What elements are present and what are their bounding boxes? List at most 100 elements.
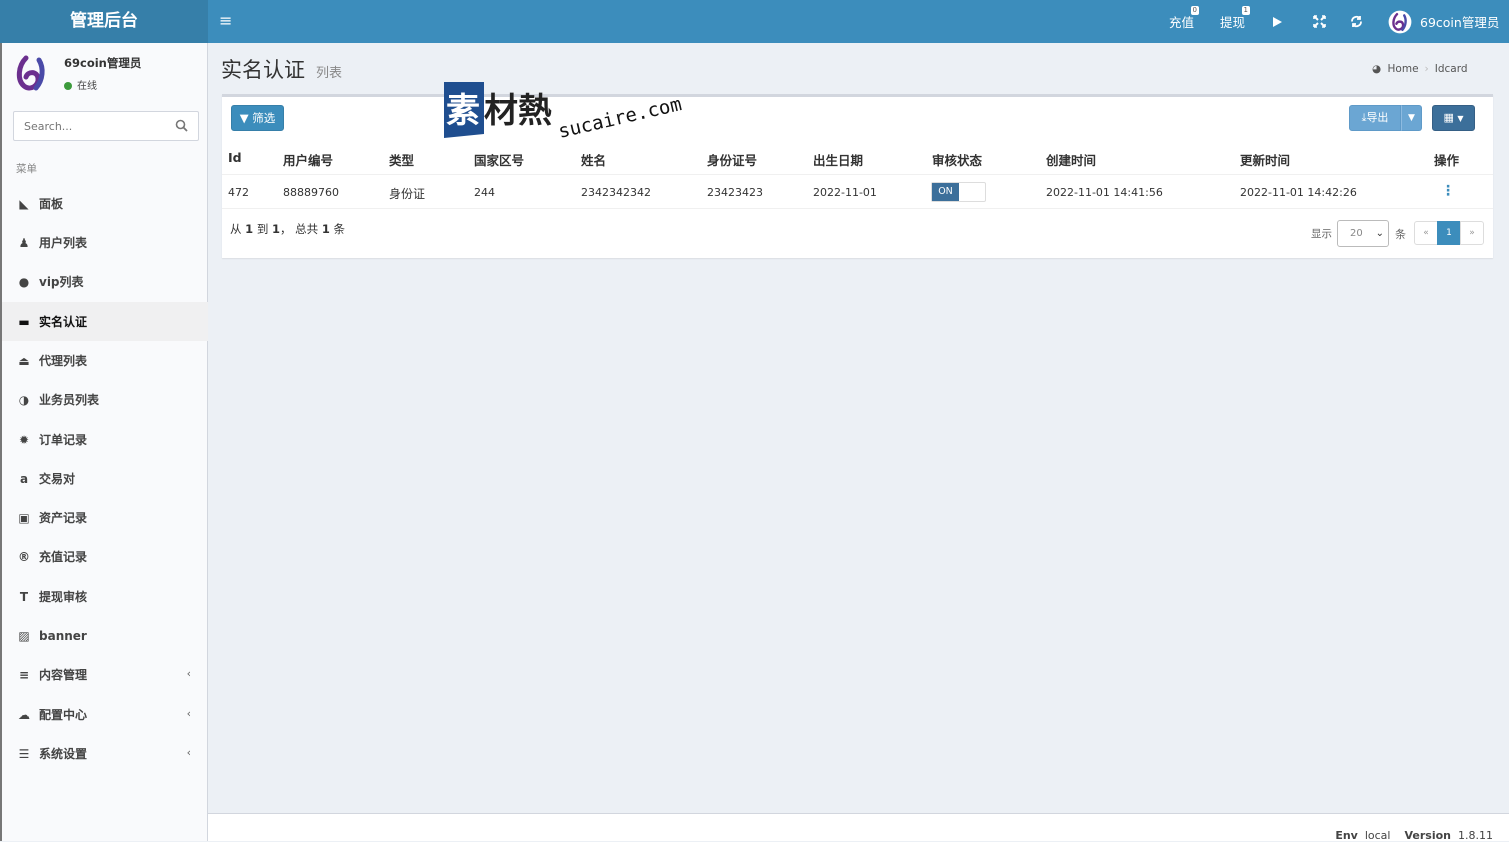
column-header-type: 类型 <box>389 153 415 168</box>
registered-icon: ® <box>18 549 30 564</box>
app-logo-title[interactable]: 管理后台 <box>0 0 208 43</box>
online-dot-icon <box>64 82 72 90</box>
grid-box: ▼ 筛选 ⤓导出 ▼ ▦ ▼ Id 用户编号 类型 国家区号 姓名 身份证号 出… <box>222 94 1493 258</box>
chevron-circle-down-icon: ● <box>18 274 30 289</box>
sidebar-item-recharge[interactable]: ® 充值记录 <box>2 537 208 576</box>
user-name: 69coin管理员 <box>64 56 142 70</box>
user-panel: 69coin管理员 在线 <box>12 53 202 97</box>
pagination-next[interactable]: » <box>1460 221 1484 245</box>
sidebar-item-idcard[interactable]: ▬ 实名认证 <box>2 302 208 341</box>
table-icon: ▦ <box>1443 111 1454 124</box>
sidebar-item-withdraw-review[interactable]: T 提现审核 <box>2 577 208 616</box>
sidebar-item-pairs[interactable]: a 交易对 <box>2 459 208 498</box>
per-page-unit: 条 <box>1395 228 1406 241</box>
search-input[interactable] <box>14 112 184 140</box>
chevron-left-icon: ‹ <box>186 707 191 720</box>
search-icon[interactable] <box>175 119 188 132</box>
server-icon: ☰ <box>18 746 30 761</box>
dashboard-icon: ◕ <box>1372 63 1382 75</box>
column-header-country-code: 国家区号 <box>474 153 525 168</box>
status-toggle-on-label: ON <box>932 183 959 201</box>
pagination-prev[interactable]: « <box>1414 221 1438 245</box>
sidebar-toggle-icon[interactable]: ≡ <box>219 11 235 31</box>
export-dropdown-toggle[interactable]: ▼ <box>1401 105 1422 131</box>
credit-card-icon: ▬ <box>18 314 30 329</box>
column-header-name: 姓名 <box>581 153 607 168</box>
caret-down-icon: ▼ <box>1457 114 1464 123</box>
column-header-birth: 出生日期 <box>813 153 864 168</box>
recharge-badge: 0 <box>1190 6 1200 15</box>
amazon-icon: a <box>19 471 29 486</box>
filter-button[interactable]: ▼ 筛选 <box>231 105 284 131</box>
cell-id: 472 <box>228 186 249 199</box>
play-icon[interactable] <box>1271 0 1283 43</box>
svg-text:材熱: 材熱 <box>484 91 552 131</box>
sidebar-item-banner[interactable]: ▨ banner <box>2 616 208 655</box>
sidebar-item-config[interactable]: ☁ 配置中心 ‹ <box>2 695 208 734</box>
sidebar-item-settings[interactable]: ☰ 系统设置 ‹ <box>2 734 208 773</box>
recharge-nav-item[interactable]: 充值 0 <box>1169 0 1200 43</box>
breadcrumb-current: Idcard <box>1434 63 1468 75</box>
cell-user-no: 88889760 <box>283 186 339 199</box>
sidebar-item-content[interactable]: ≡ 内容管理 ‹ <box>2 655 208 694</box>
withdraw-badge: 1 <box>1241 6 1251 15</box>
sidebar-search <box>13 111 199 141</box>
top-navbar: 管理后台 ≡ 充值 0 提现 1 69coin管理员 <box>0 0 1509 43</box>
row-divider <box>222 208 1493 209</box>
per-page-label: 显示 <box>1311 228 1332 240</box>
chevron-left-icon: ‹ <box>186 746 191 759</box>
gear-icon: ✹ <box>18 432 30 447</box>
image-icon: ▨ <box>18 628 30 643</box>
sidebar-item-salesmen[interactable]: ◑ 业务员列表 <box>2 380 208 419</box>
chevron-down-icon: ⌄ <box>1375 228 1384 239</box>
sidebar-item-orders[interactable]: ✹ 订单记录 <box>2 420 208 459</box>
column-header-created: 创建时间 <box>1046 153 1097 168</box>
chevron-left-icon: ‹ <box>186 667 191 680</box>
text-height-icon: T <box>19 589 29 604</box>
column-header-id-number: 身份证号 <box>707 153 758 168</box>
cell-id-number: 23423423 <box>707 186 763 199</box>
bars-icon: ≡ <box>18 667 30 682</box>
column-selector-button[interactable]: ▦ ▼ <box>1432 105 1475 131</box>
svg-text:sucaire.com: sucaire.com <box>556 93 684 142</box>
column-header-id[interactable]: Id <box>228 150 242 165</box>
cell-name: 2342342342 <box>581 186 651 199</box>
filter-icon: ▼ <box>239 111 249 125</box>
per-page-select[interactable]: 20 ⌄ <box>1337 220 1389 247</box>
column-header-updated: 更新时间 <box>1240 153 1291 168</box>
cell-created: 2022-11-01 14:41:56 <box>1046 186 1163 199</box>
withdraw-nav-item[interactable]: 提现 1 <box>1220 0 1251 43</box>
cell-birth: 2022-11-01 <box>813 186 877 199</box>
user-menu[interactable]: 69coin管理员 <box>1388 0 1499 43</box>
svg-text:素: 素 <box>446 91 480 131</box>
eject-circle-icon: ⏏ <box>18 353 30 368</box>
recharge-label: 充值 0 <box>1169 6 1200 30</box>
sidebar-item-vip[interactable]: ● vip列表 <box>2 262 208 301</box>
sidebar: 69coin管理员 在线 菜单 ◣面板 ♟用户列表 ●vip列表 ▬实名认证 ⏏… <box>0 43 208 841</box>
money-icon: ▣ <box>18 510 30 525</box>
withdraw-label: 提现 1 <box>1220 6 1251 30</box>
cell-updated: 2022-11-01 14:42:26 <box>1240 186 1357 199</box>
status-toggle[interactable]: ON <box>931 182 986 202</box>
sidebar-item-agents[interactable]: ⏏ 代理列表 <box>2 341 208 380</box>
export-button[interactable]: ⤓导出 <box>1349 105 1401 131</box>
footer: Env local Version 1.8.11 <box>208 813 1509 842</box>
cloud-icon: ☁ <box>18 707 30 722</box>
column-header-user-no: 用户编号 <box>283 153 334 168</box>
refresh-icon[interactable] <box>1350 0 1363 43</box>
user-icon: ♟ <box>18 235 30 250</box>
pagination-page-1[interactable]: 1 <box>1437 221 1461 245</box>
breadcrumb-home[interactable]: Home <box>1388 63 1419 75</box>
adjust-icon: ◑ <box>18 392 30 407</box>
column-header-status: 审核状态 <box>932 153 983 168</box>
fullscreen-icon[interactable] <box>1313 0 1326 43</box>
sidebar-item-dashboard[interactable]: ◣ 面板 <box>2 184 208 223</box>
sidebar-item-users[interactable]: ♟ 用户列表 <box>2 223 208 262</box>
cell-country-code: 244 <box>474 186 495 199</box>
area-chart-icon: ◣ <box>19 196 29 211</box>
cell-type: 身份证 <box>389 187 426 201</box>
breadcrumb: ◕ Home › Idcard <box>1372 63 1468 75</box>
row-actions-icon[interactable]: ⋮ <box>1441 183 1455 199</box>
pagination-summary: 从 1 到 1， 总共 1 条 <box>230 222 345 236</box>
sidebar-item-assets[interactable]: ▣ 资产记录 <box>2 498 208 537</box>
